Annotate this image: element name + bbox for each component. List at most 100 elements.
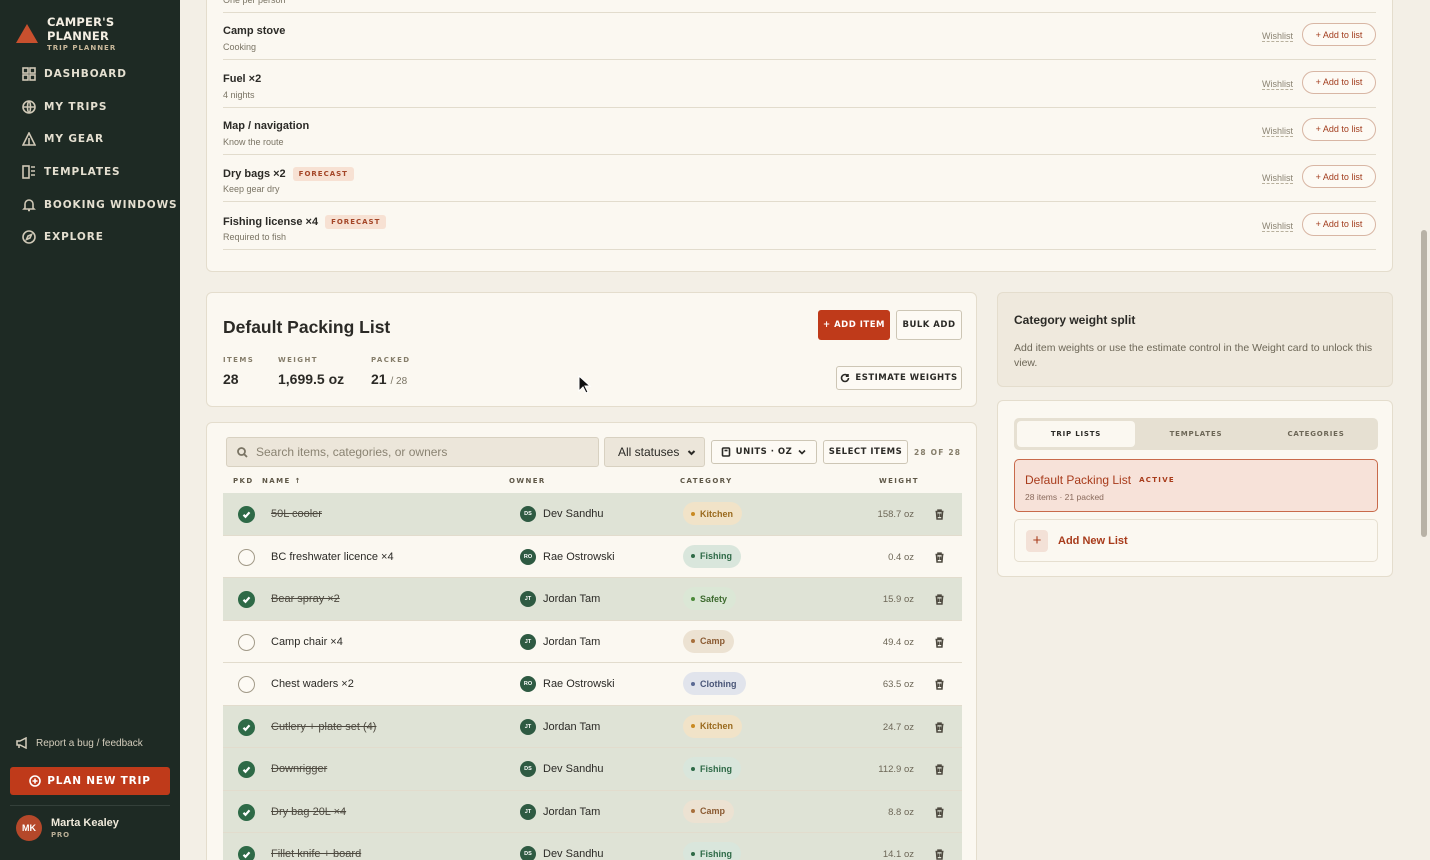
delete-item-button[interactable] (934, 762, 945, 780)
item-name[interactable]: Bear spray ×2 (271, 593, 340, 605)
col-header-owner[interactable]: OWNER (509, 477, 546, 485)
wishlist-link[interactable]: Wishlist (1262, 126, 1293, 137)
delete-item-button[interactable] (934, 592, 945, 610)
page-scrollbar[interactable] (1418, 0, 1430, 860)
category-badge[interactable]: Camp (683, 799, 735, 823)
nav-item-templates[interactable]: TEMPLATES (0, 156, 180, 189)
plan-new-trip-button[interactable]: PLAN NEW TRIP (10, 767, 170, 795)
category-badge[interactable]: Clothing (683, 672, 746, 695)
delete-item-button[interactable] (934, 847, 945, 860)
table-row[interactable]: Chest waders ×2 RO Rae Ostrowski Clothing 63… (223, 663, 962, 706)
suggestion-name: Fishing license ×4 FORECAST (223, 214, 387, 229)
status-filter-select[interactable]: All statuses (604, 437, 705, 467)
table-row[interactable]: BC freshwater licence ×4 RO Rae Ostrowski F… (223, 536, 962, 578)
scrollbar-thumb[interactable] (1421, 230, 1427, 537)
wishlist-link[interactable]: Wishlist (1262, 79, 1293, 90)
delete-item-button[interactable] (934, 635, 945, 653)
table-row[interactable]: Downrigger DS Dev Sandhu Fishing 112.9 oz (223, 748, 962, 791)
delete-item-button[interactable] (934, 677, 945, 695)
packed-checkbox[interactable] (238, 676, 255, 693)
feedback-link[interactable]: Report a bug / feedback (16, 737, 143, 749)
nav-item-explore[interactable]: EXPLORE (0, 221, 180, 254)
packed-checkbox[interactable] (238, 803, 255, 821)
nav-item-booking-windows[interactable]: BOOKING WINDOWS (0, 188, 180, 221)
packed-checkbox[interactable] (238, 718, 255, 736)
col-header-category[interactable]: CATEGORY (680, 477, 733, 485)
item-name[interactable]: Camp chair ×4 (271, 636, 343, 648)
suggestion-row: Fishing license ×4 FORECAST Required to fi… (223, 203, 1376, 250)
select-items-button[interactable]: SELECT ITEMS (823, 440, 908, 464)
active-list-name: Default Packing List (1025, 473, 1132, 487)
add-to-list-button[interactable]: + Add to list (1302, 117, 1376, 141)
add-to-list-button[interactable]: + Add to list (1302, 212, 1376, 236)
packed-checkbox[interactable] (238, 506, 255, 523)
table-row[interactable]: Dry bag 20L ×4 JT Jordan Tam Camp 8.8 oz (223, 790, 962, 833)
user-profile[interactable]: MK Marta Kealey PRO (16, 815, 119, 841)
owner-avatar: JT (520, 803, 536, 820)
tab-categories[interactable]: CATEGORIES (1257, 421, 1375, 447)
add-to-list-button[interactable]: + Add to list (1302, 23, 1376, 47)
chevron-down-icon (687, 449, 696, 455)
item-name[interactable]: BC freshwater licence ×4 (271, 551, 394, 563)
tab-trip-lists[interactable]: TRIP LISTS (1017, 421, 1135, 447)
table-row[interactable]: Camp chair ×4 JT Jordan Tam Camp 49.4 oz (223, 621, 962, 663)
nav-item-my-trips[interactable]: MY TRIPS (0, 91, 180, 124)
add-to-list-button[interactable]: + Add to list (1302, 70, 1376, 94)
category-badge[interactable]: Fishing (683, 842, 741, 860)
trash-icon (935, 551, 944, 563)
item-name[interactable]: Dry bag 20L ×4 (271, 806, 346, 818)
app-logo[interactable]: CAMPER'S PLANNER TRIP PLANNER (16, 15, 180, 52)
tab-templates[interactable]: TEMPLATES (1137, 421, 1255, 447)
packed-checkbox[interactable] (238, 761, 255, 778)
item-name[interactable]: Chest waders ×2 (271, 678, 354, 690)
feedback-label: Report a bug / feedback (36, 737, 143, 749)
app-name: CAMPER'S PLANNER (47, 15, 115, 43)
wishlist-link[interactable]: Wishlist (1262, 173, 1293, 185)
category-badge[interactable]: Fishing (683, 544, 741, 568)
stat-weight: WEIGHT 1,699.5 oz (278, 356, 344, 387)
category-badge[interactable]: Camp (683, 629, 735, 653)
category-badge[interactable]: Kitchen (683, 502, 743, 525)
packed-checkbox[interactable] (238, 548, 255, 566)
templates-icon (22, 165, 35, 179)
item-name[interactable]: Fillet knife + board (271, 848, 361, 860)
search-input[interactable] (256, 445, 576, 459)
wishlist-link[interactable]: Wishlist (1262, 31, 1293, 43)
active-list-item[interactable]: Default Packing List ACTIVE 28 items · 2… (1014, 459, 1378, 512)
table-row[interactable]: 50L cooler DS Dev Sandhu Kitchen 158.7 oz (223, 493, 962, 536)
add-to-list-button[interactable]: + Add to list (1302, 165, 1376, 189)
tent-icon (22, 132, 36, 147)
col-header-packed[interactable]: PKD (233, 477, 254, 485)
delete-item-button[interactable] (934, 550, 945, 568)
packed-checkbox[interactable] (238, 846, 255, 860)
globe-icon (22, 100, 36, 114)
col-header-weight[interactable]: WEIGHT (879, 477, 919, 485)
wishlist-link[interactable]: Wishlist (1262, 221, 1293, 232)
add-new-list-button[interactable]: + Add New List (1014, 519, 1378, 562)
packed-checkbox[interactable] (238, 591, 255, 608)
table-row[interactable]: Cutlery + plate set (4) JT Jordan Tam Kitch… (223, 705, 962, 748)
estimate-weights-button[interactable]: ESTIMATE WEIGHTS (836, 366, 962, 390)
item-weight: 158.7 oz (877, 509, 914, 520)
category-badge[interactable]: Fishing (683, 757, 741, 780)
nav-item-dashboard[interactable]: DASHBOARD (0, 58, 180, 91)
delete-item-button[interactable] (934, 507, 945, 525)
nav-label: MY GEAR (44, 133, 105, 146)
items-table: 50L cooler DS Dev Sandhu Kitchen 158.7 oz BC … (223, 493, 962, 860)
delete-item-button[interactable] (934, 720, 945, 738)
category-badge[interactable]: Kitchen (683, 714, 743, 738)
col-header-name[interactable]: NAME ↑ (262, 477, 302, 485)
item-name[interactable]: Downrigger (271, 763, 327, 775)
delete-item-button[interactable] (934, 805, 945, 823)
table-row[interactable]: Fillet knife + board DS Dev Sandhu Fishing 1… (223, 833, 962, 860)
add-item-button[interactable]: + ADD ITEM (818, 310, 890, 340)
table-row[interactable]: Bear spray ×2 JT Jordan Tam Safety 15.9 oz (223, 578, 962, 621)
nav-item-my-gear[interactable]: MY GEAR (0, 123, 180, 156)
units-toggle[interactable]: UNITS · OZ (711, 440, 817, 464)
item-weight: 14.1 oz (882, 849, 914, 860)
packed-checkbox[interactable] (238, 633, 255, 651)
item-name[interactable]: Cutlery + plate set (4) (271, 721, 376, 733)
item-name[interactable]: 50L cooler (271, 508, 322, 520)
bulk-add-button[interactable]: BULK ADD (896, 310, 962, 340)
category-badge[interactable]: Safety (683, 587, 737, 610)
